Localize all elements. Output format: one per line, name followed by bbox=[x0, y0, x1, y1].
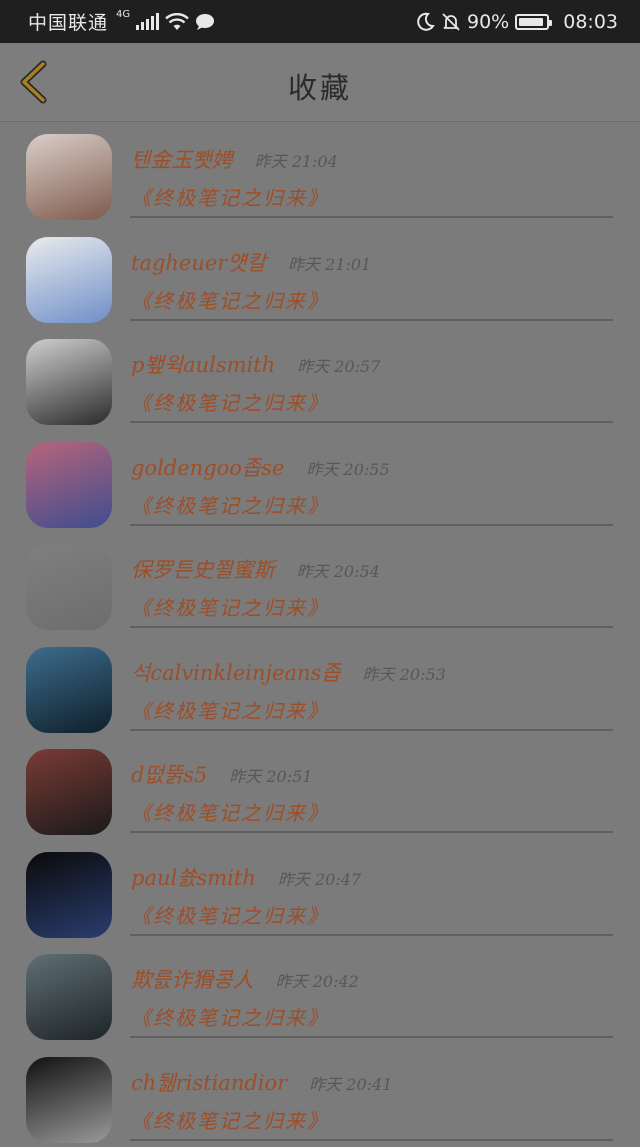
network-type: 4G bbox=[116, 9, 130, 20]
book-title: 《终极笔记之归来》 bbox=[131, 592, 329, 621]
signal-icon bbox=[136, 13, 159, 30]
user-name: tagheuer얫칼 bbox=[131, 247, 266, 277]
avatar bbox=[26, 442, 112, 528]
moon-icon bbox=[415, 12, 435, 32]
book-title: 《终极笔记之归来》 bbox=[131, 797, 329, 826]
book-title: 《终极笔记之归来》 bbox=[131, 285, 329, 314]
list-item[interactable]: ch뒒ristiandior 昨天 20:41 《终极笔记之归来》 bbox=[0, 1045, 640, 1147]
timestamp: 昨天 21:04 bbox=[255, 148, 338, 172]
carrier-name: 中国联通 bbox=[28, 8, 108, 35]
app-header: 收藏 bbox=[0, 43, 640, 122]
battery-icon bbox=[515, 14, 549, 30]
divider bbox=[130, 831, 613, 833]
timestamp: 昨天 20:41 bbox=[309, 1071, 392, 1095]
user-name: 석calvinkleinjeans좁 bbox=[131, 657, 341, 687]
timestamp: 昨天 20:51 bbox=[229, 763, 312, 787]
avatar bbox=[26, 954, 112, 1040]
timestamp: 昨天 20:42 bbox=[276, 968, 359, 992]
book-title: 《终极笔记之归来》 bbox=[131, 900, 329, 929]
wifi-icon bbox=[165, 13, 189, 31]
list-item[interactable]: 석calvinkleinjeans좁 昨天 20:53 《终极笔记之归来》 bbox=[0, 635, 640, 738]
timestamp: 昨天 20:57 bbox=[297, 353, 380, 377]
avatar bbox=[26, 1057, 112, 1143]
book-title: 《终极笔记之归来》 bbox=[131, 490, 329, 519]
message-icon bbox=[195, 13, 215, 31]
list-item[interactable]: 欺릀诈猾콩人昨天 20:42 《终极笔记之归来》 bbox=[0, 942, 640, 1045]
clock: 08:03 bbox=[563, 11, 618, 33]
timestamp: 昨天 20:47 bbox=[278, 866, 361, 890]
divider bbox=[130, 421, 613, 423]
battery-percent: 90% bbox=[467, 11, 509, 33]
user-name: 欺릀诈猾콩人 bbox=[131, 964, 254, 994]
user-name: goldengoo좁se bbox=[131, 452, 284, 482]
divider bbox=[130, 934, 613, 936]
divider bbox=[130, 1036, 613, 1038]
book-title: 《终极笔记之归来》 bbox=[131, 387, 329, 416]
book-title: 《终极笔记之归来》 bbox=[131, 695, 329, 724]
avatar bbox=[26, 749, 112, 835]
user-name: paul쑔smith bbox=[131, 862, 256, 892]
user-name: d떲뚥s5 bbox=[131, 759, 207, 789]
user-name: 텐金玉뾋娉 bbox=[131, 144, 233, 174]
user-name: 保罗튼史쬘蜜斯 bbox=[131, 554, 275, 584]
avatar bbox=[26, 647, 112, 733]
divider bbox=[130, 729, 613, 731]
divider bbox=[130, 319, 613, 321]
book-title: 《终极笔记之归来》 bbox=[131, 1002, 329, 1031]
divider bbox=[130, 216, 613, 218]
avatar bbox=[26, 544, 112, 630]
list-item[interactable]: tagheuer얫칼 昨天 21:01 《终极笔记之归来》 bbox=[0, 225, 640, 328]
timestamp: 昨天 20:55 bbox=[306, 456, 389, 480]
timestamp: 昨天 20:54 bbox=[297, 558, 380, 582]
status-right: 90% 08:03 bbox=[415, 11, 618, 33]
timestamp: 昨天 21:01 bbox=[288, 251, 371, 275]
book-title: 《终极笔记之归来》 bbox=[131, 182, 329, 211]
status-left: 中国联通 4G bbox=[28, 8, 215, 35]
list-item[interactable]: 保罗튼史쬘蜜斯昨天 20:54 《终极笔记之归来》 bbox=[0, 532, 640, 635]
list-item[interactable]: d떲뚥s5 昨天 20:51 《终极笔记之归来》 bbox=[0, 737, 640, 840]
avatar bbox=[26, 852, 112, 938]
divider bbox=[130, 1139, 613, 1141]
bell-muted-icon bbox=[441, 12, 461, 32]
divider bbox=[130, 524, 613, 526]
list-item[interactable]: paul쑔smith 昨天 20:47 《终极笔记之归来》 bbox=[0, 840, 640, 943]
user-name: ch뒒ristiandior bbox=[131, 1067, 287, 1097]
status-bar: 中国联通 4G 90% 08:03 bbox=[0, 0, 640, 43]
list-item[interactable]: 텐金玉뾋娉昨天 21:04 《终极笔记之归来》 bbox=[0, 122, 640, 225]
page-title: 收藏 bbox=[0, 65, 640, 107]
favorites-list: 텐金玉뾋娉昨天 21:04 《终极笔记之归来》 tagheuer얫칼 昨天 21:… bbox=[0, 122, 640, 1147]
avatar bbox=[26, 134, 112, 220]
timestamp: 昨天 20:53 bbox=[363, 661, 446, 685]
user-name: p뵆윅aulsmith bbox=[131, 349, 275, 379]
list-item[interactable]: p뵆윅aulsmith 昨天 20:57 《终极笔记之归来》 bbox=[0, 327, 640, 430]
avatar bbox=[26, 339, 112, 425]
list-item[interactable]: goldengoo좁se 昨天 20:55 《终极笔记之归来》 bbox=[0, 430, 640, 533]
divider bbox=[130, 626, 613, 628]
avatar bbox=[26, 237, 112, 323]
book-title: 《终极笔记之归来》 bbox=[131, 1105, 329, 1134]
